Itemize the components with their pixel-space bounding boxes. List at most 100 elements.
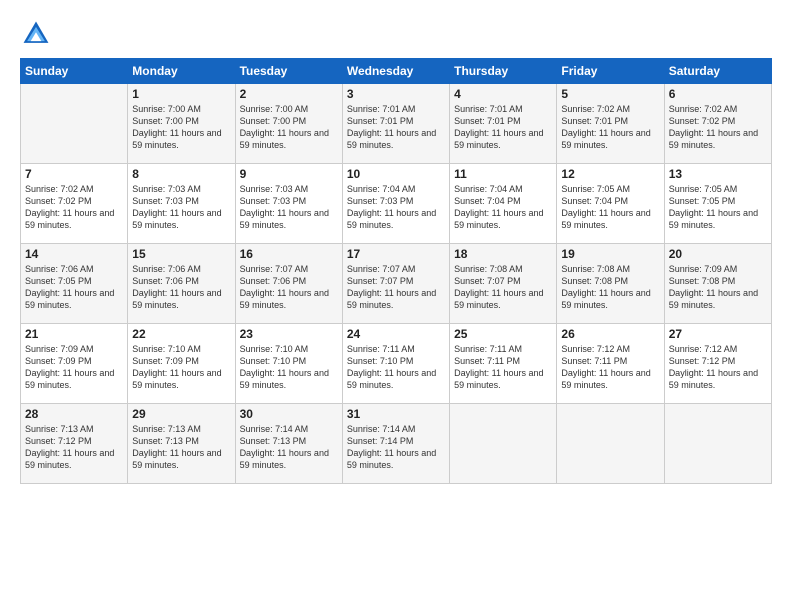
cell-content: Sunrise: 7:12 AM Sunset: 7:12 PM Dayligh… (669, 343, 767, 392)
header-cell-sunday: Sunday (21, 59, 128, 84)
calendar-cell: 29 Sunrise: 7:13 AM Sunset: 7:13 PM Dayli… (128, 404, 235, 484)
calendar-cell: 25Sunrise: 7:11 AM Sunset: 7:11 PM Dayli… (450, 324, 557, 404)
calendar-cell: 24 Sunrise: 7:11 AM Sunset: 7:10 PM Dayli… (342, 324, 449, 404)
week-row-0: 1 Sunrise: 7:00 AM Sunset: 7:00 PM Daylig… (21, 84, 772, 164)
cell-content: Sunrise: 7:10 AM Sunset: 7:09 PM Dayligh… (132, 343, 230, 392)
day-number: 21 (25, 327, 123, 341)
cell-content: Sunrise: 7:09 AM Sunset: 7:09 PM Dayligh… (25, 343, 123, 392)
calendar-cell: 5Sunrise: 7:02 AM Sunset: 7:01 PM Daylig… (557, 84, 664, 164)
cell-content: Sunrise: 7:11 AM Sunset: 7:11 PM Dayligh… (454, 343, 552, 392)
day-number: 29 (132, 407, 230, 421)
header-cell-saturday: Saturday (664, 59, 771, 84)
cell-content: Sunrise: 7:00 AM Sunset: 7:00 PM Dayligh… (240, 103, 338, 152)
calendar-cell: 7 Sunrise: 7:02 AM Sunset: 7:02 PM Daylig… (21, 164, 128, 244)
cell-content: Sunrise: 7:02 AM Sunset: 7:02 PM Dayligh… (669, 103, 767, 152)
cell-content: Sunrise: 7:14 AM Sunset: 7:13 PM Dayligh… (240, 423, 338, 472)
calendar-body: 1 Sunrise: 7:00 AM Sunset: 7:00 PM Daylig… (21, 84, 772, 484)
day-number: 19 (561, 247, 659, 261)
day-number: 2 (240, 87, 338, 101)
day-number: 1 (132, 87, 230, 101)
cell-content: Sunrise: 7:02 AM Sunset: 7:02 PM Dayligh… (25, 183, 123, 232)
header-cell-tuesday: Tuesday (235, 59, 342, 84)
calendar-cell: 20 Sunrise: 7:09 AM Sunset: 7:08 PM Dayli… (664, 244, 771, 324)
day-number: 13 (669, 167, 767, 181)
cell-content: Sunrise: 7:01 AM Sunset: 7:01 PM Dayligh… (454, 103, 552, 152)
day-number: 5 (561, 87, 659, 101)
header-row: SundayMondayTuesdayWednesdayThursdayFrid… (21, 59, 772, 84)
day-number: 17 (347, 247, 445, 261)
cell-content: Sunrise: 7:12 AM Sunset: 7:11 PM Dayligh… (561, 343, 659, 392)
calendar-cell: 18 Sunrise: 7:08 AM Sunset: 7:07 PM Dayli… (450, 244, 557, 324)
cell-content: Sunrise: 7:05 AM Sunset: 7:05 PM Dayligh… (669, 183, 767, 232)
day-number: 3 (347, 87, 445, 101)
calendar-cell: 17 Sunrise: 7:07 AM Sunset: 7:07 PM Dayli… (342, 244, 449, 324)
day-number: 14 (25, 247, 123, 261)
cell-content: Sunrise: 7:14 AM Sunset: 7:14 PM Dayligh… (347, 423, 445, 472)
day-number: 20 (669, 247, 767, 261)
calendar-cell: 19 Sunrise: 7:08 AM Sunset: 7:08 PM Dayli… (557, 244, 664, 324)
page: SundayMondayTuesdayWednesdayThursdayFrid… (0, 0, 792, 612)
day-number: 22 (132, 327, 230, 341)
week-row-1: 7 Sunrise: 7:02 AM Sunset: 7:02 PM Daylig… (21, 164, 772, 244)
cell-content: Sunrise: 7:10 AM Sunset: 7:10 PM Dayligh… (240, 343, 338, 392)
cell-content: Sunrise: 7:13 AM Sunset: 7:13 PM Dayligh… (132, 423, 230, 472)
day-number: 16 (240, 247, 338, 261)
day-number: 24 (347, 327, 445, 341)
day-number: 6 (669, 87, 767, 101)
calendar-cell (450, 404, 557, 484)
day-number: 31 (347, 407, 445, 421)
day-number: 28 (25, 407, 123, 421)
day-number: 15 (132, 247, 230, 261)
calendar-header: SundayMondayTuesdayWednesdayThursdayFrid… (21, 59, 772, 84)
calendar-cell: 23 Sunrise: 7:10 AM Sunset: 7:10 PM Dayli… (235, 324, 342, 404)
day-number: 23 (240, 327, 338, 341)
day-number: 10 (347, 167, 445, 181)
calendar-cell (21, 84, 128, 164)
cell-content: Sunrise: 7:08 AM Sunset: 7:08 PM Dayligh… (561, 263, 659, 312)
day-number: 18 (454, 247, 552, 261)
cell-content: Sunrise: 7:06 AM Sunset: 7:05 PM Dayligh… (25, 263, 123, 312)
cell-content: Sunrise: 7:00 AM Sunset: 7:00 PM Dayligh… (132, 103, 230, 152)
logo-icon (20, 18, 52, 50)
calendar-cell: 6 Sunrise: 7:02 AM Sunset: 7:02 PM Daylig… (664, 84, 771, 164)
cell-content: Sunrise: 7:11 AM Sunset: 7:10 PM Dayligh… (347, 343, 445, 392)
cell-content: Sunrise: 7:07 AM Sunset: 7:06 PM Dayligh… (240, 263, 338, 312)
day-number: 12 (561, 167, 659, 181)
calendar-cell: 31 Sunrise: 7:14 AM Sunset: 7:14 PM Dayli… (342, 404, 449, 484)
cell-content: Sunrise: 7:04 AM Sunset: 7:04 PM Dayligh… (454, 183, 552, 232)
header (20, 18, 772, 50)
cell-content: Sunrise: 7:01 AM Sunset: 7:01 PM Dayligh… (347, 103, 445, 152)
header-cell-monday: Monday (128, 59, 235, 84)
week-row-4: 28 Sunrise: 7:13 AM Sunset: 7:12 PM Dayli… (21, 404, 772, 484)
day-number: 26 (561, 327, 659, 341)
calendar-cell (664, 404, 771, 484)
calendar-cell: 16 Sunrise: 7:07 AM Sunset: 7:06 PM Dayli… (235, 244, 342, 324)
header-cell-friday: Friday (557, 59, 664, 84)
calendar-cell: 21 Sunrise: 7:09 AM Sunset: 7:09 PM Dayli… (21, 324, 128, 404)
day-number: 27 (669, 327, 767, 341)
cell-content: Sunrise: 7:03 AM Sunset: 7:03 PM Dayligh… (240, 183, 338, 232)
calendar-cell: 4Sunrise: 7:01 AM Sunset: 7:01 PM Daylig… (450, 84, 557, 164)
calendar-cell: 1 Sunrise: 7:00 AM Sunset: 7:00 PM Daylig… (128, 84, 235, 164)
calendar-cell: 13 Sunrise: 7:05 AM Sunset: 7:05 PM Dayli… (664, 164, 771, 244)
week-row-2: 14 Sunrise: 7:06 AM Sunset: 7:05 PM Dayli… (21, 244, 772, 324)
cell-content: Sunrise: 7:03 AM Sunset: 7:03 PM Dayligh… (132, 183, 230, 232)
cell-content: Sunrise: 7:08 AM Sunset: 7:07 PM Dayligh… (454, 263, 552, 312)
calendar-cell: 9 Sunrise: 7:03 AM Sunset: 7:03 PM Daylig… (235, 164, 342, 244)
week-row-3: 21 Sunrise: 7:09 AM Sunset: 7:09 PM Dayli… (21, 324, 772, 404)
calendar-cell: 10Sunrise: 7:04 AM Sunset: 7:03 PM Dayli… (342, 164, 449, 244)
calendar-cell: 28 Sunrise: 7:13 AM Sunset: 7:12 PM Dayli… (21, 404, 128, 484)
cell-content: Sunrise: 7:13 AM Sunset: 7:12 PM Dayligh… (25, 423, 123, 472)
header-cell-wednesday: Wednesday (342, 59, 449, 84)
cell-content: Sunrise: 7:05 AM Sunset: 7:04 PM Dayligh… (561, 183, 659, 232)
calendar-cell: 12 Sunrise: 7:05 AM Sunset: 7:04 PM Dayli… (557, 164, 664, 244)
day-number: 9 (240, 167, 338, 181)
day-number: 7 (25, 167, 123, 181)
calendar-cell: 2 Sunrise: 7:00 AM Sunset: 7:00 PM Daylig… (235, 84, 342, 164)
cell-content: Sunrise: 7:06 AM Sunset: 7:06 PM Dayligh… (132, 263, 230, 312)
cell-content: Sunrise: 7:09 AM Sunset: 7:08 PM Dayligh… (669, 263, 767, 312)
calendar-table: SundayMondayTuesdayWednesdayThursdayFrid… (20, 58, 772, 484)
cell-content: Sunrise: 7:07 AM Sunset: 7:07 PM Dayligh… (347, 263, 445, 312)
calendar-cell: 22 Sunrise: 7:10 AM Sunset: 7:09 PM Dayli… (128, 324, 235, 404)
calendar-cell: 11Sunrise: 7:04 AM Sunset: 7:04 PM Dayli… (450, 164, 557, 244)
